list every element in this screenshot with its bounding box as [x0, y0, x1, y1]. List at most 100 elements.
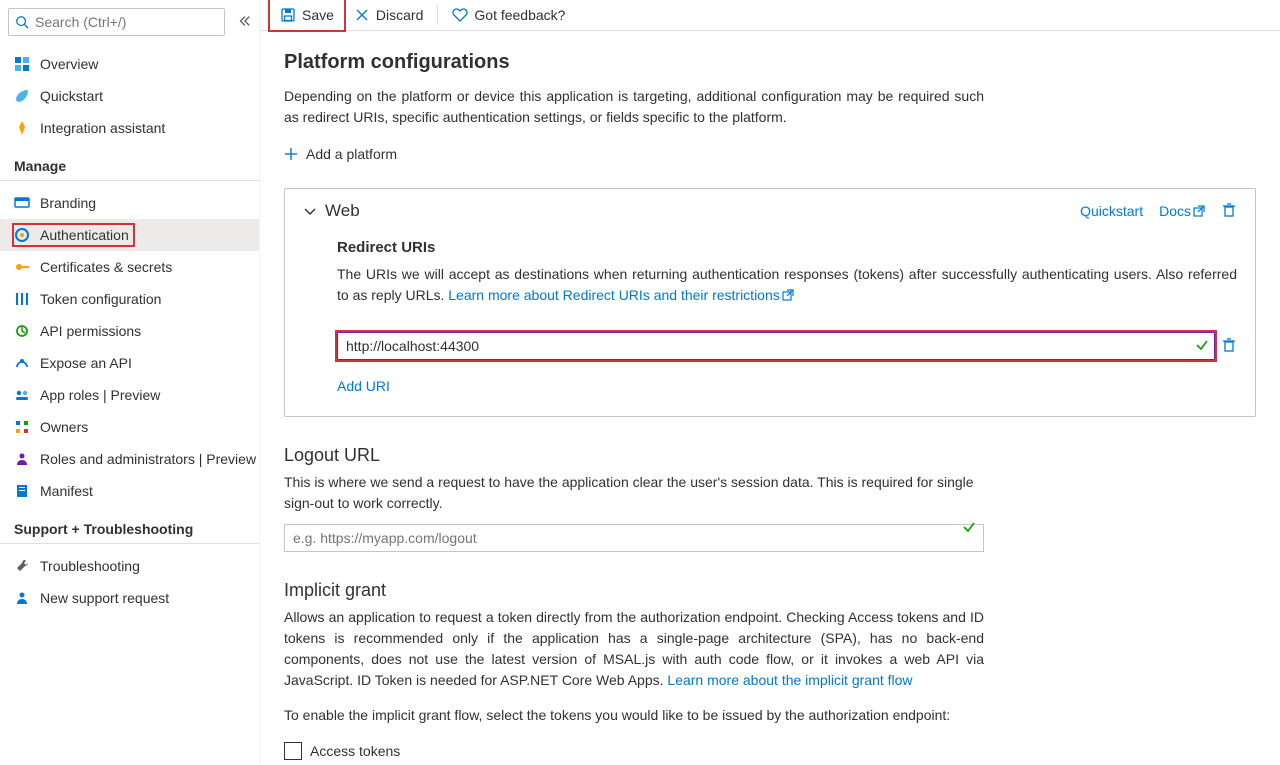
redirect-learn-more-label: Learn more about Redirect URIs and their… — [448, 287, 779, 303]
sidebar-item-label: Owners — [40, 419, 88, 435]
sidebar-item-new-support-request[interactable]: New support request — [0, 582, 259, 614]
sidebar-item-label: Branding — [40, 195, 96, 211]
sidebar-item-label: New support request — [40, 590, 169, 606]
search-icon — [15, 15, 29, 29]
close-icon — [354, 7, 370, 23]
discard-button[interactable]: Discard — [344, 0, 433, 30]
sidebar-item-app-roles[interactable]: App roles | Preview — [0, 379, 259, 411]
implicit-desc: Allows an application to request a token… — [284, 607, 984, 691]
external-link-icon — [782, 289, 794, 301]
sidebar-section-support: Support + Troubleshooting — [0, 521, 259, 537]
logout-url-section: Logout URL This is where we send a reque… — [284, 445, 984, 552]
discard-label: Discard — [376, 7, 423, 23]
sidebar-item-label: Token configuration — [40, 291, 161, 307]
sidebar-item-authentication[interactable]: Authentication — [0, 219, 259, 251]
sidebar-item-label: Overview — [40, 56, 98, 72]
search-input[interactable] — [35, 14, 218, 30]
sidebar-item-owners[interactable]: Owners — [0, 411, 259, 443]
roles-admins-icon — [14, 451, 30, 467]
support-icon — [14, 590, 30, 606]
delete-uri-button[interactable] — [1221, 337, 1237, 356]
main-content: Save Discard Got feedback? Platform conf… — [260, 0, 1280, 765]
feedback-button[interactable]: Got feedback? — [442, 0, 575, 30]
logout-desc-text: This is where we send a request to have … — [284, 472, 984, 514]
logout-url-input[interactable] — [284, 524, 984, 552]
plus-icon — [284, 147, 298, 161]
toolbar: Save Discard Got feedback? — [260, 0, 1280, 31]
token-config-icon — [14, 291, 30, 307]
sidebar-item-branding[interactable]: Branding — [0, 187, 259, 219]
quickstart-link[interactable]: Quickstart — [1080, 203, 1143, 219]
toolbar-separator — [437, 5, 438, 25]
sidebar-item-label: Integration assistant — [40, 120, 165, 136]
implicit-heading: Implicit grant — [284, 580, 984, 601]
overview-icon — [14, 56, 30, 72]
divider — [0, 543, 259, 544]
logout-valid-icon — [962, 520, 976, 537]
expose-api-icon — [14, 355, 30, 371]
sidebar-item-label: Certificates & secrets — [40, 259, 172, 275]
add-platform-button[interactable]: Add a platform — [284, 146, 397, 162]
sidebar-item-expose-an-api[interactable]: Expose an API — [0, 347, 259, 379]
sidebar-item-label: Authentication — [40, 227, 129, 243]
sidebar: Overview Quickstart Integration assistan… — [0, 0, 260, 765]
access-tokens-checkbox[interactable] — [284, 742, 302, 760]
sidebar-item-label: Expose an API — [40, 355, 132, 371]
owners-icon — [14, 419, 30, 435]
sidebar-item-certificates-secrets[interactable]: Certificates & secrets — [0, 251, 259, 283]
sidebar-item-troubleshooting[interactable]: Troubleshooting — [0, 550, 259, 582]
wrench-icon — [14, 558, 30, 574]
save-label: Save — [302, 7, 334, 23]
sidebar-item-roles-admins[interactable]: Roles and administrators | Preview — [0, 443, 259, 475]
authentication-icon — [14, 227, 30, 243]
sidebar-item-label: API permissions — [40, 323, 141, 339]
api-permissions-icon — [14, 323, 30, 339]
sidebar-item-integration-assistant[interactable]: Integration assistant — [0, 112, 259, 144]
add-platform-label: Add a platform — [306, 146, 397, 162]
sidebar-item-label: Manifest — [40, 483, 93, 499]
redirect-uri-input[interactable] — [337, 332, 1215, 360]
sidebar-item-token-configuration[interactable]: Token configuration — [0, 283, 259, 315]
platform-configurations-heading: Platform configurations — [284, 51, 1256, 74]
nav-support-list: Troubleshooting New support request — [0, 550, 259, 614]
uri-valid-icon — [1195, 338, 1213, 355]
sidebar-item-overview[interactable]: Overview — [0, 48, 259, 80]
sidebar-item-label: Troubleshooting — [40, 558, 140, 574]
sidebar-item-api-permissions[interactable]: API permissions — [0, 315, 259, 347]
sidebar-section-manage: Manage — [0, 158, 259, 174]
quickstart-icon — [14, 88, 30, 104]
chevron-down-icon[interactable] — [303, 204, 317, 218]
sidebar-item-manifest[interactable]: Manifest — [0, 475, 259, 507]
divider — [0, 180, 259, 181]
redirect-learn-more-link[interactable]: Learn more about Redirect URIs and their… — [448, 287, 793, 303]
save-button[interactable]: Save — [270, 0, 344, 30]
web-title: Web — [325, 201, 1080, 221]
web-platform-card: Web Quickstart Docs Redirect URIs The UR… — [284, 188, 1256, 417]
integration-icon — [14, 120, 30, 136]
access-tokens-label: Access tokens — [310, 743, 400, 759]
implicit-enable-text: To enable the implicit grant flow, selec… — [284, 705, 984, 726]
save-icon — [280, 7, 296, 23]
feedback-label: Got feedback? — [474, 7, 565, 23]
implicit-grant-section: Implicit grant Allows an application to … — [284, 580, 984, 765]
sidebar-item-quickstart[interactable]: Quickstart — [0, 80, 259, 112]
docs-link[interactable]: Docs — [1159, 203, 1205, 219]
docs-link-label: Docs — [1159, 203, 1191, 219]
delete-platform-button[interactable] — [1221, 202, 1237, 221]
external-link-icon — [1193, 205, 1205, 217]
implicit-learn-more-link[interactable]: Learn more about the implicit grant flow — [667, 672, 912, 688]
heart-icon — [452, 7, 468, 23]
nav-manage-list: Branding Authentication Certificates & s… — [0, 187, 259, 507]
app-roles-icon — [14, 387, 30, 403]
sidebar-item-label: App roles | Preview — [40, 387, 160, 403]
platform-desc-text: Depending on the platform or device this… — [284, 86, 984, 128]
add-uri-button[interactable]: Add URI — [337, 378, 390, 394]
sidebar-item-label: Quickstart — [40, 88, 103, 104]
manifest-icon — [14, 483, 30, 499]
sidebar-item-label: Roles and administrators | Preview — [40, 451, 256, 467]
search-box[interactable] — [8, 8, 225, 36]
redirect-uris-heading: Redirect URIs — [337, 239, 1237, 256]
redirect-uris-desc: The URIs we will accept as destinations … — [337, 264, 1237, 306]
collapse-sidebar-button[interactable] — [237, 14, 251, 31]
branding-icon — [14, 195, 30, 211]
